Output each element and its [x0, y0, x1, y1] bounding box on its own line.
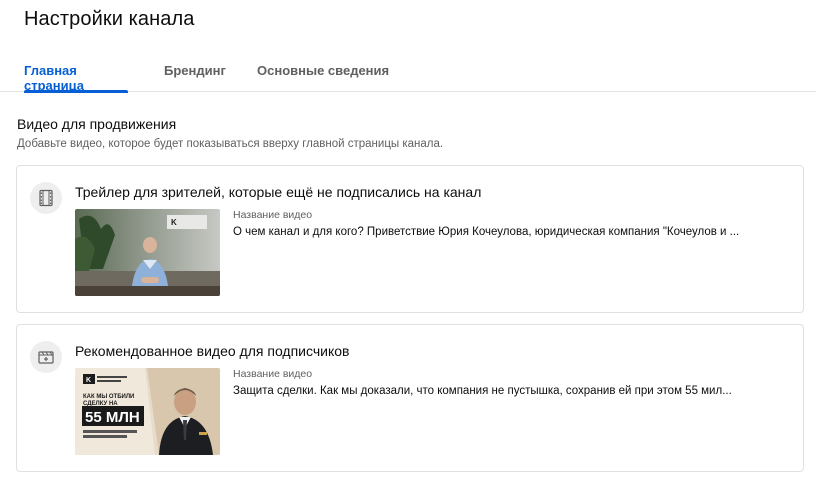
featured-meta-label: Название видео: [233, 368, 313, 380]
trailer-video-thumbnail[interactable]: K: [75, 209, 220, 296]
tab-home-page[interactable]: Главная страница: [24, 52, 128, 93]
trailer-video-title: О чем канал и для кого? Приветствие Юрия…: [233, 226, 740, 238]
thumb-logo-text-2: K: [86, 377, 91, 384]
featured-video-thumbnail[interactable]: K КАК МЫ ОТБИЛИ СДЕЛКУ НА 55 МЛН: [75, 368, 220, 455]
featured-video-title: Защита сделки. Как мы доказали, что комп…: [233, 385, 732, 397]
clapperboard-add-icon: [30, 341, 62, 373]
film-strip-icon: [30, 182, 62, 214]
section-title: Видео для продвижения: [17, 116, 177, 132]
tab-bar: Главная страница Брендинг Основные сведе…: [0, 52, 816, 93]
section-description: Добавьте видео, которое будет показывать…: [17, 138, 444, 150]
thumb-logo-text: K: [171, 218, 177, 227]
thumb-amount: 55 МЛН: [85, 409, 140, 426]
featured-video-card[interactable]: Рекомендованное видео для подписчиков K …: [16, 324, 804, 472]
trailer-meta-label: Название видео: [233, 209, 313, 221]
page-title: Настройки канала: [24, 8, 195, 30]
trailer-card[interactable]: Трейлер для зрителей, которые ещё не под…: [16, 165, 804, 313]
featured-card-title: Рекомендованное видео для подписчиков: [75, 343, 350, 359]
trailer-card-title: Трейлер для зрителей, которые ещё не под…: [75, 184, 482, 200]
tab-branding[interactable]: Брендинг: [164, 52, 226, 92]
tab-basic-info[interactable]: Основные сведения: [257, 52, 389, 92]
